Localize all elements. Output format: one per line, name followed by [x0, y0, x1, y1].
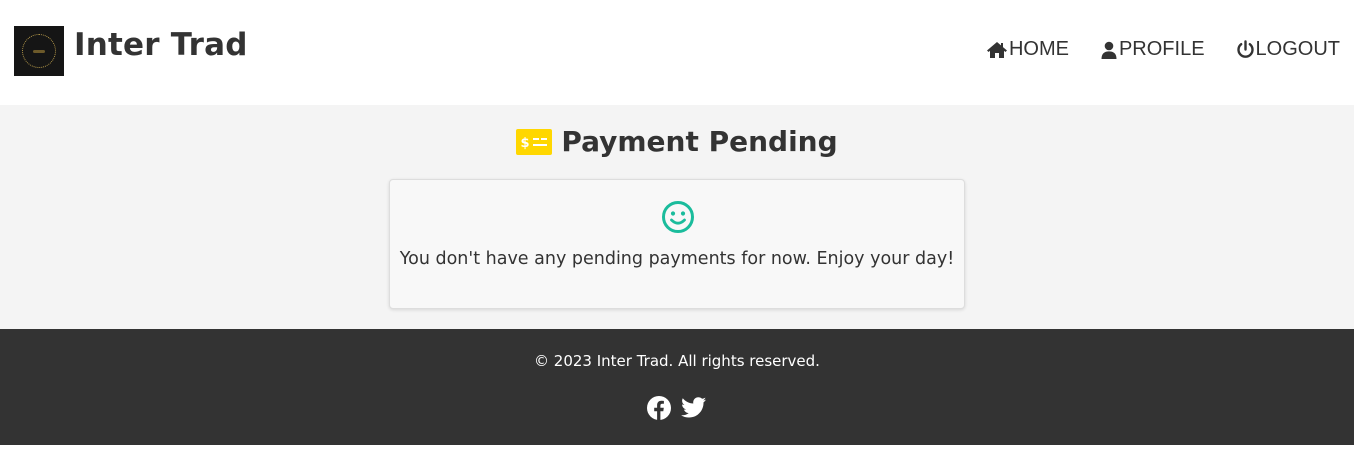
facebook-link[interactable]	[647, 396, 671, 425]
brand-name[interactable]: Inter Trad	[74, 27, 248, 63]
empty-state-message: You don't have any pending payments for …	[399, 249, 955, 269]
page-title: Payment Pending	[561, 125, 838, 158]
twitter-link[interactable]	[681, 397, 707, 424]
nav-logout-link[interactable]: LOGOUT	[1236, 38, 1340, 61]
logo-emblem	[22, 34, 56, 68]
nav-home-link[interactable]: HOME	[986, 38, 1069, 61]
main-content: $ Payment Pending You don't have any pen…	[0, 105, 1354, 329]
social-links	[0, 396, 1354, 425]
money-bill-icon: $	[516, 128, 553, 155]
logo-image[interactable]	[14, 26, 64, 76]
nav-home-label: HOME	[1008, 38, 1069, 60]
twitter-icon	[681, 397, 706, 418]
svg-text:$: $	[521, 136, 530, 151]
page-heading: $ Payment Pending	[0, 125, 1354, 158]
user-icon	[1101, 41, 1117, 59]
home-icon	[986, 41, 1007, 58]
nav-profile-link[interactable]: PROFILE	[1100, 38, 1205, 61]
site-footer: © 2023 Inter Trad. All rights reserved.	[0, 329, 1354, 445]
pending-payments-card: You don't have any pending payments for …	[389, 179, 965, 309]
nav-profile-label: PROFILE	[1118, 38, 1205, 60]
facebook-icon	[647, 396, 671, 420]
site-header: Inter Trad HOME PROFILE LOGOUT	[0, 0, 1354, 105]
main-nav: HOME PROFILE LOGOUT	[955, 38, 1340, 61]
power-icon	[1236, 40, 1254, 58]
copyright-text: © 2023 Inter Trad. All rights reserved.	[534, 352, 820, 370]
smile-icon	[662, 201, 694, 233]
nav-logout-label: LOGOUT	[1255, 38, 1340, 60]
